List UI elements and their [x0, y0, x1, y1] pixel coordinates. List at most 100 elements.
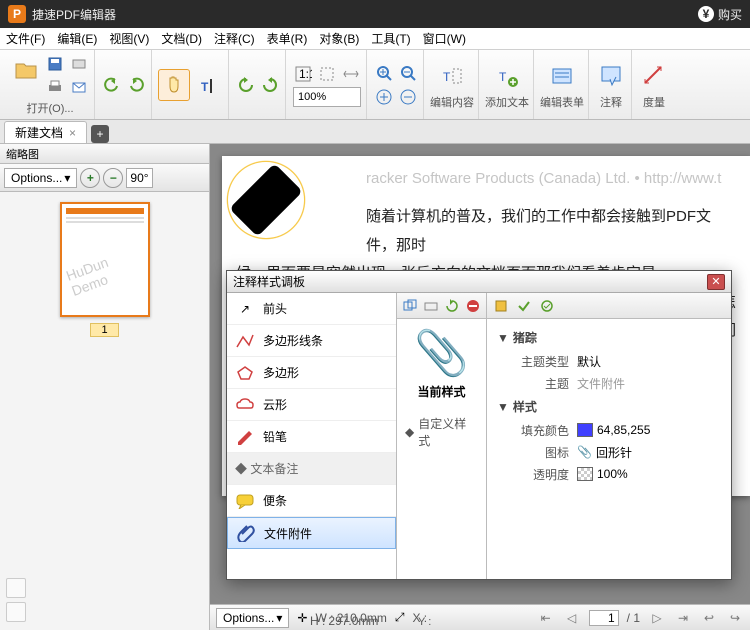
- clone-style-button[interactable]: [401, 296, 419, 316]
- props-section-track[interactable]: ▼ 猪踪: [497, 325, 721, 350]
- zoom-combo[interactable]: [293, 87, 361, 107]
- status-options-button[interactable]: Options...▾: [216, 608, 289, 628]
- currency-icon[interactable]: ¥: [698, 6, 714, 22]
- side-tab-2-icon[interactable]: [6, 602, 26, 622]
- hand-tool-button[interactable]: [158, 69, 190, 101]
- dialog-title: 注释样式调板: [233, 273, 305, 290]
- thumb-rotate-button[interactable]: 90°: [126, 168, 152, 188]
- svg-text:T: T: [201, 80, 209, 94]
- rotate-left-button[interactable]: [235, 74, 257, 96]
- undo-button[interactable]: [101, 74, 123, 96]
- nav-back-button[interactable]: ↩: [700, 609, 718, 627]
- buy-link[interactable]: 购买: [718, 6, 742, 23]
- thumb-zoom-out-button[interactable]: −: [103, 168, 123, 188]
- status-height: H : 297.0mm: [310, 614, 378, 628]
- thumbnails-toolbar: Options...▾ + − 90°: [0, 164, 209, 192]
- page-thumbnail[interactable]: HuDun Demo: [60, 202, 150, 317]
- last-page-button[interactable]: ⇥: [674, 609, 692, 627]
- shape-polyline[interactable]: 多边形线条: [227, 325, 396, 357]
- titlebar: P 捷速PDF编辑器 ¥ 购买: [0, 0, 750, 28]
- zoom-out-button[interactable]: [397, 62, 419, 84]
- shape-attachment[interactable]: 文件附件: [227, 517, 396, 549]
- shape-pencil[interactable]: 铅笔: [227, 421, 396, 453]
- thumbnails-panel: 缩略图 Options...▾ + − 90° HuDun Demo 1: [0, 144, 210, 630]
- document-tab[interactable]: 新建文档 ×: [4, 121, 87, 143]
- first-page-button[interactable]: ⇤: [537, 609, 555, 627]
- app-logo-icon: P: [8, 5, 26, 23]
- thumb-options-button[interactable]: Options...▾: [4, 168, 77, 188]
- arrow-icon: ↗: [235, 300, 255, 318]
- dialog-titlebar[interactable]: 注释样式调板 ✕: [227, 271, 731, 293]
- menu-form[interactable]: 表单(R): [267, 30, 308, 47]
- document-tab-label: 新建文档: [15, 124, 63, 141]
- prev-page-button[interactable]: ◁: [563, 609, 581, 627]
- zoom-in-button[interactable]: [373, 62, 395, 84]
- pencil-icon: [235, 428, 255, 446]
- page-number-input[interactable]: [589, 610, 619, 626]
- svg-text:1:1: 1:1: [299, 67, 312, 81]
- status-y: Y :: [418, 616, 431, 628]
- menu-comment[interactable]: 注释(C): [214, 30, 255, 47]
- shape-polygon[interactable]: 多边形: [227, 357, 396, 389]
- fit-page-button[interactable]: [316, 63, 338, 85]
- rotate-right-button[interactable]: [259, 74, 281, 96]
- zoom-out-alt-button[interactable]: [397, 86, 419, 108]
- shape-section-text: ◆ 文本备注: [227, 453, 396, 485]
- close-tab-icon[interactable]: ×: [69, 126, 76, 140]
- side-tab-icons: [6, 578, 26, 622]
- menu-view[interactable]: 视图(V): [109, 30, 149, 47]
- rename-style-button[interactable]: [422, 296, 440, 316]
- dialog-close-button[interactable]: ✕: [707, 274, 725, 290]
- shape-cloud[interactable]: 云形: [227, 389, 396, 421]
- prop-tool-2-button[interactable]: [514, 296, 534, 316]
- print-button[interactable]: [44, 76, 66, 98]
- prop-opacity[interactable]: 透明度100%: [497, 463, 721, 485]
- props-section-style[interactable]: ▼ 样式: [497, 394, 721, 419]
- edit-form-button[interactable]: [546, 60, 578, 92]
- trial-stamp-icon: [216, 150, 316, 250]
- save-button[interactable]: [44, 53, 66, 75]
- next-page-button[interactable]: ▷: [648, 609, 666, 627]
- add-text-button[interactable]: T: [491, 60, 523, 92]
- prop-tool-3-button[interactable]: [537, 296, 557, 316]
- measure-button[interactable]: [638, 60, 670, 92]
- custom-style-item[interactable]: ◆ 自定义样式: [405, 412, 478, 452]
- redo-button[interactable]: [125, 74, 147, 96]
- menu-window[interactable]: 窗口(W): [423, 30, 466, 47]
- prop-tool-1-button[interactable]: [491, 296, 511, 316]
- annotate-button[interactable]: [595, 60, 627, 92]
- svg-text:T: T: [443, 70, 451, 84]
- edit-content-label: 编辑内容: [430, 94, 474, 110]
- edit-content-button[interactable]: T: [436, 60, 468, 92]
- menu-tool[interactable]: 工具(T): [371, 30, 410, 47]
- side-tab-1-icon[interactable]: [6, 578, 26, 598]
- add-tab-button[interactable]: +: [91, 125, 109, 143]
- scan-button[interactable]: [68, 53, 90, 75]
- fit-width-button[interactable]: [340, 63, 362, 85]
- cloud-icon: [235, 396, 255, 414]
- thumbnails-header: 缩略图: [0, 144, 209, 164]
- open-button[interactable]: [10, 53, 42, 85]
- measure-label: 度量: [643, 94, 665, 110]
- thumb-zoom-in-button[interactable]: +: [80, 168, 100, 188]
- thumb-page-number: 1: [90, 323, 118, 337]
- crosshair-icon[interactable]: ✛: [297, 611, 307, 625]
- menu-edit[interactable]: 编辑(E): [57, 30, 97, 47]
- add-text-label: 添加文本: [485, 94, 529, 110]
- reset-style-button[interactable]: [443, 296, 461, 316]
- prop-subject-type[interactable]: 主题类型默认: [497, 350, 721, 372]
- prop-subject[interactable]: 主题文件附件: [497, 372, 721, 394]
- text-select-button[interactable]: T: [192, 69, 224, 101]
- email-button[interactable]: [68, 76, 90, 98]
- shape-arrow[interactable]: ↗前头: [227, 293, 396, 325]
- prop-fill-color[interactable]: 填充颜色64,85,255: [497, 419, 721, 441]
- menu-object[interactable]: 对象(B): [319, 30, 359, 47]
- zoom-in-alt-button[interactable]: [373, 86, 395, 108]
- menu-document[interactable]: 文档(D): [161, 30, 202, 47]
- menu-file[interactable]: 文件(F): [6, 30, 45, 47]
- nav-fwd-button[interactable]: ↪: [726, 609, 744, 627]
- actual-size-button[interactable]: 1:1: [292, 63, 314, 85]
- delete-style-button[interactable]: [464, 296, 482, 316]
- prop-icon[interactable]: 图标📎回形针: [497, 441, 721, 463]
- shape-sticky[interactable]: 便条: [227, 485, 396, 517]
